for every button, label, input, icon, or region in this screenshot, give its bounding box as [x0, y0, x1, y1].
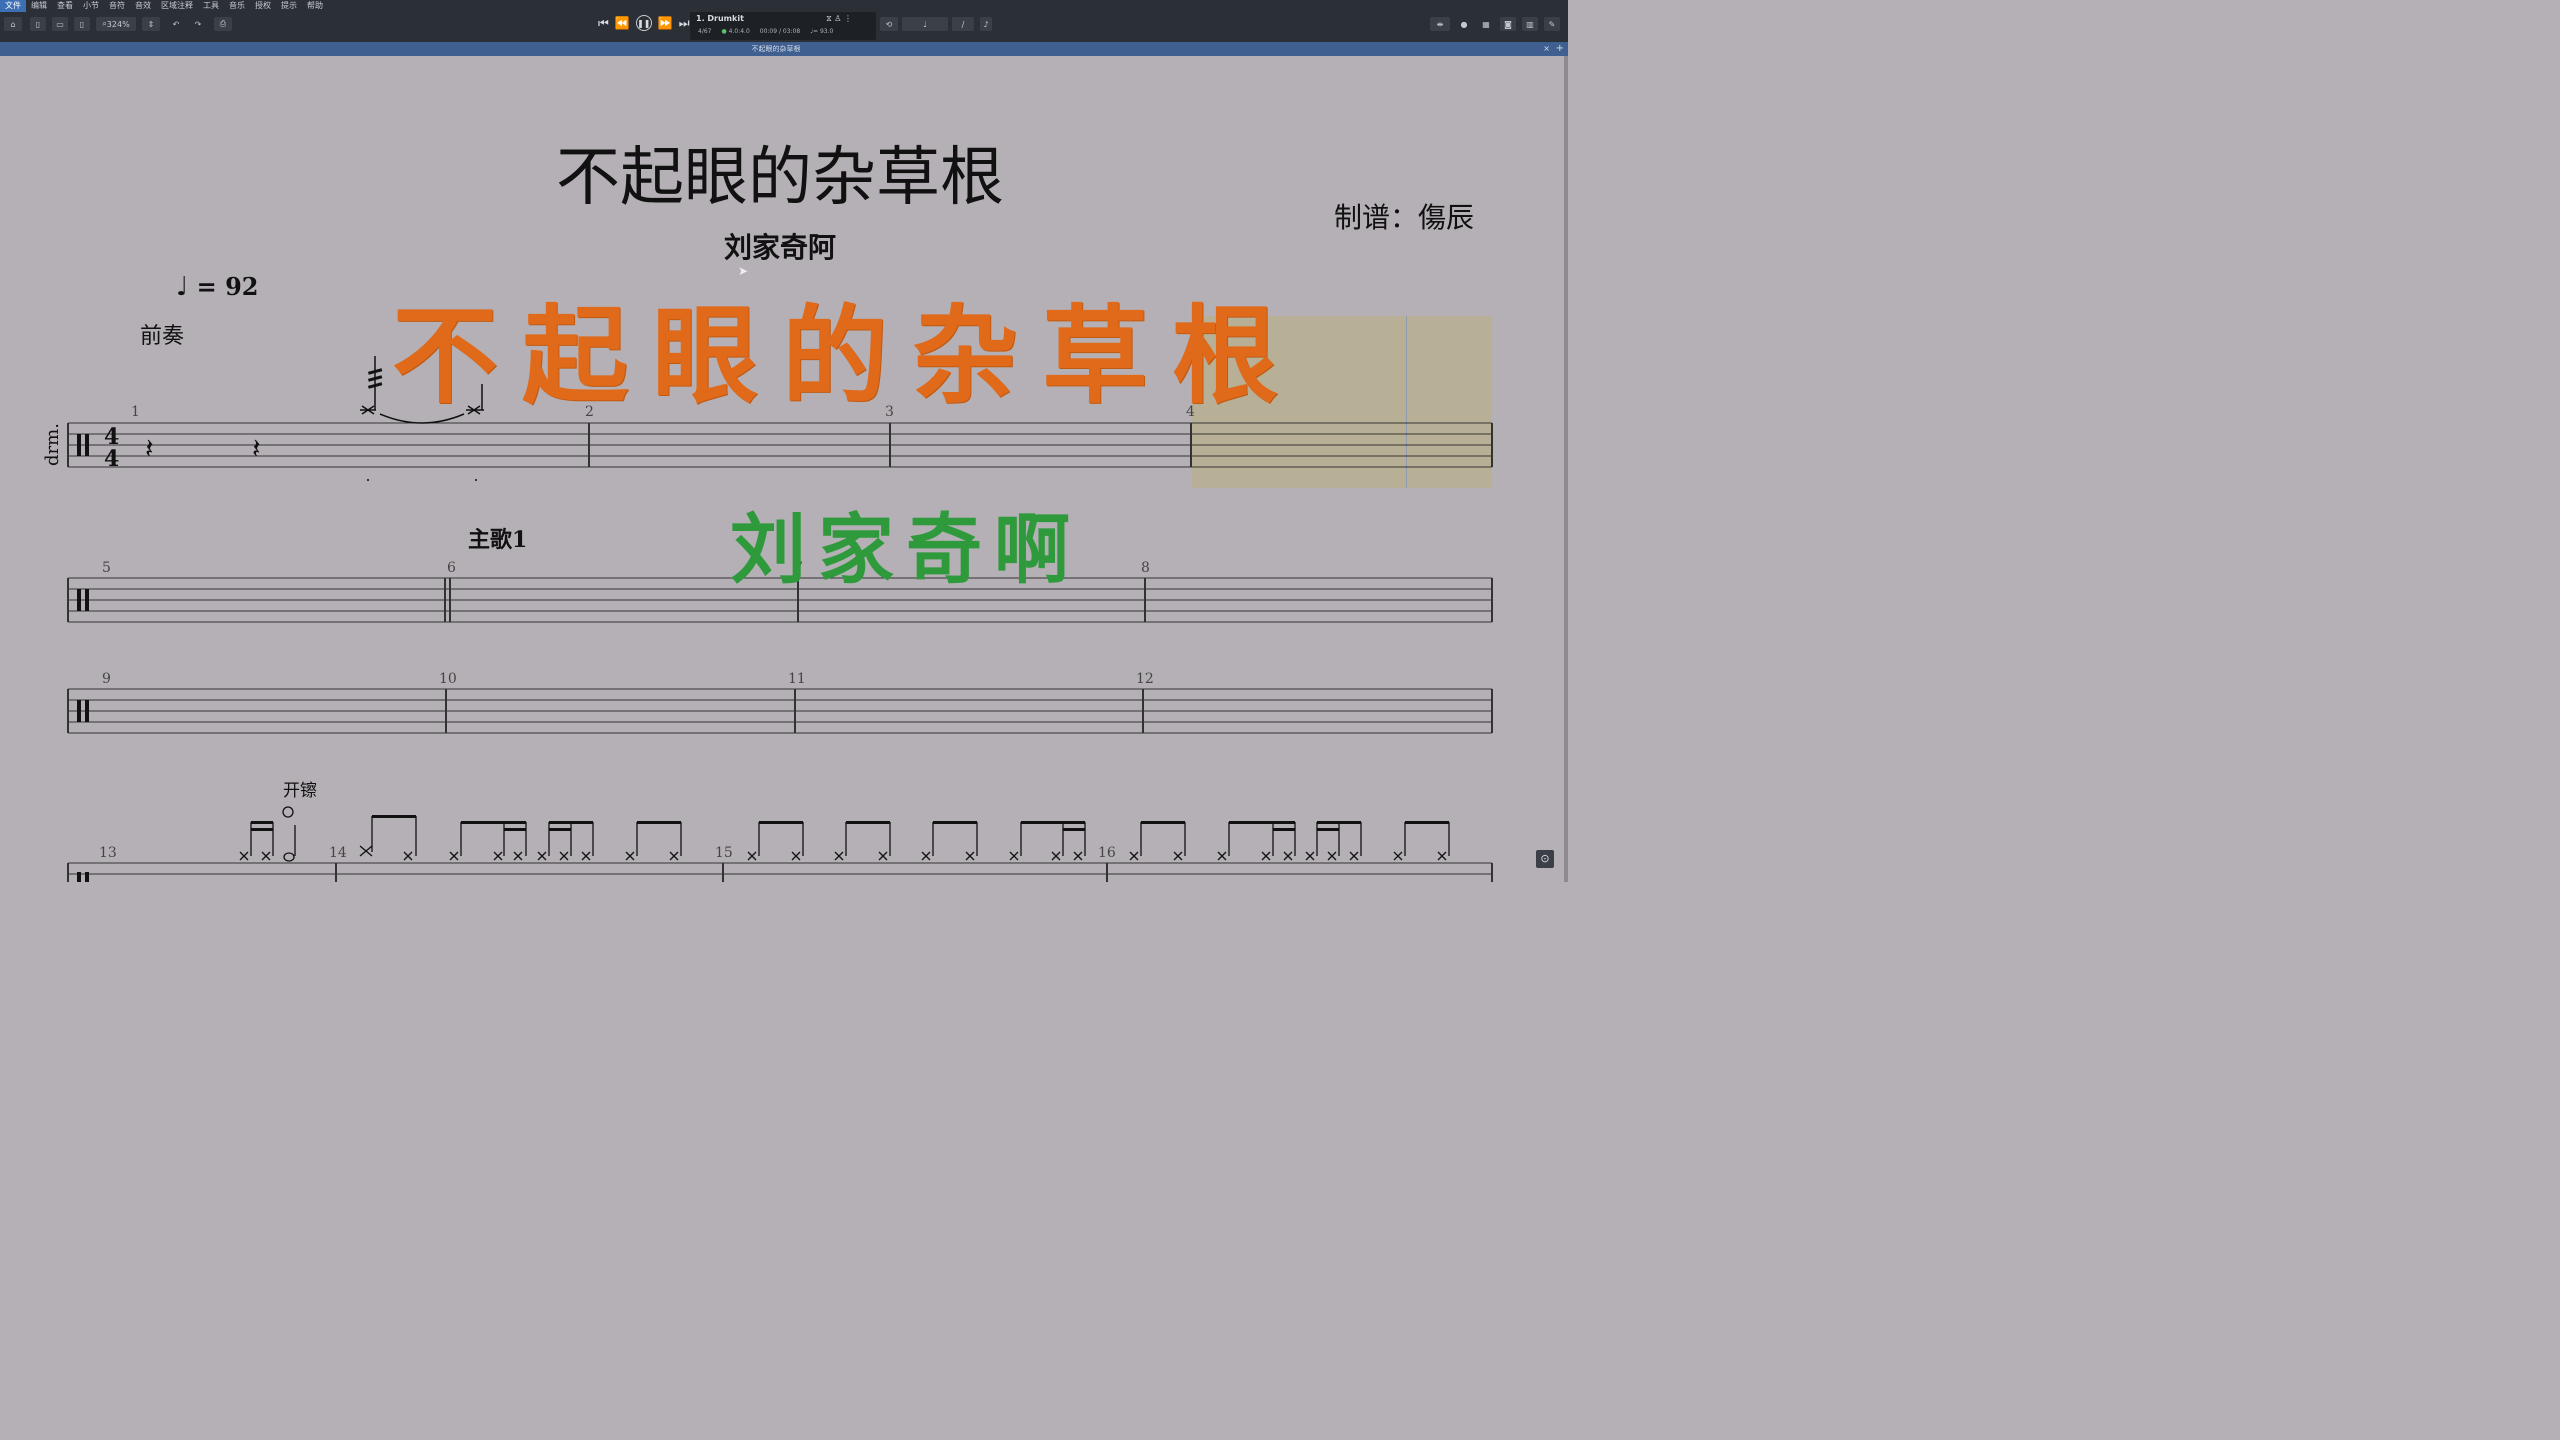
svg-text:5: 5: [102, 560, 111, 576]
svg-text:12: 12: [1136, 671, 1154, 687]
instrument-abbreviation: drm.: [42, 423, 63, 466]
hihat-pattern: [239, 806, 1450, 862]
vertical-scrollbar[interactable]: [1564, 56, 1568, 882]
beams: [251, 815, 1449, 831]
quarter-rest: 𝄽: [252, 432, 261, 465]
score-canvas: 4 4 𝄽 𝄽 drm. 1 2 3 4 5 6 7 8 9 10 11 12 …: [42, 356, 1493, 882]
svg-text:15: 15: [715, 845, 733, 861]
percussion-clefs: [77, 434, 89, 882]
svg-text:6: 6: [447, 560, 456, 576]
svg-text:9: 9: [102, 671, 111, 687]
svg-text:16: 16: [1098, 845, 1116, 861]
svg-text:10: 10: [439, 671, 457, 687]
overlay-song-title: 不起眼的杂草根: [392, 293, 1302, 418]
tremolo-strokes: [367, 368, 383, 389]
svg-text:8: 8: [1141, 560, 1150, 576]
staff-system-4: [67, 862, 1493, 882]
svg-text:11: 11: [788, 671, 806, 687]
zoom-fit-icon[interactable]: ⊙: [1536, 850, 1554, 868]
mouse-cursor-icon: ➤: [738, 264, 749, 278]
staff-system-1: [67, 422, 1493, 468]
overlay-artist-name: 刘家奇啊: [730, 505, 1082, 594]
svg-text:14: 14: [329, 845, 347, 861]
staff-system-3: [67, 688, 1493, 734]
svg-text:1: 1: [131, 404, 140, 420]
time-signature-bottom: 4: [104, 446, 119, 472]
quarter-rest: 𝄽: [145, 432, 154, 465]
svg-text:13: 13: [99, 845, 117, 861]
measure-numbers: 1 2 3 4 5 6 7 8 9 10 11 12 13 14 15 16: [99, 404, 1195, 861]
